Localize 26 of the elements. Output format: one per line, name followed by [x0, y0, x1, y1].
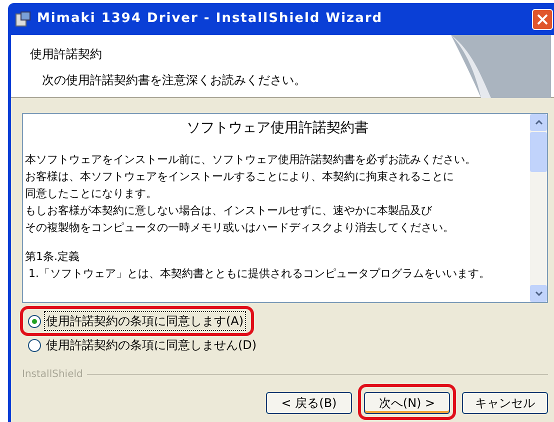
header-title: 使用許諾契約	[30, 46, 103, 63]
scrollbar[interactable]	[530, 114, 547, 302]
license-text-line: 本ソフトウェアをインストール前に、ソフトウェア使用許諾契約書を必ずお読みください。	[25, 152, 476, 168]
close-icon	[537, 14, 548, 24]
radio-button[interactable]	[28, 338, 41, 352]
license-heading: ソフトウェア使用許諾契約書	[186, 119, 370, 138]
scroll-thumb[interactable]	[530, 132, 547, 172]
header-subtitle: 次の使用許諾契約書を注意深くお読みください。	[41, 72, 306, 89]
wizard-button[interactable]: キャンセル	[462, 392, 548, 414]
close-button[interactable]	[532, 8, 553, 30]
license-text-line: お客様は、本ソフトウェアをインストールすることにより、本契約に拘束されることに	[25, 169, 454, 185]
installer-icon	[15, 11, 31, 27]
license-text-line: 同意したことになります。	[25, 186, 157, 202]
license-text-box[interactable]	[22, 113, 548, 303]
license-text-line: 第1条.定義	[25, 249, 80, 265]
license-text-line: 1.「ソフトウェア」とは、本契約書とともに提供されるコンピュータプログラムをいいます。	[27, 266, 490, 282]
brand-label: InstallShield	[22, 368, 83, 382]
radio-option[interactable]: 使用許諾契約の条項に同意しません(D)	[24, 335, 263, 355]
wizard-button[interactable]: < 戻る(B)	[266, 392, 352, 414]
scroll-down-button[interactable]	[530, 285, 547, 302]
license-text-line: その複製物をコンピュータの一時メモリ或いはハードディスクより消去してください。	[25, 220, 454, 236]
license-text-line: もしお客様が本契約に意しない場合は、インストールせずに、速やかに本製品及び	[25, 203, 432, 219]
wizard-button[interactable]: 次へ(N) >	[364, 392, 450, 414]
scroll-up-button[interactable]	[530, 114, 547, 131]
radio-button[interactable]	[28, 314, 41, 328]
window-title: Mimaki 1394 Driver - InstallShield Wizard	[37, 10, 383, 28]
